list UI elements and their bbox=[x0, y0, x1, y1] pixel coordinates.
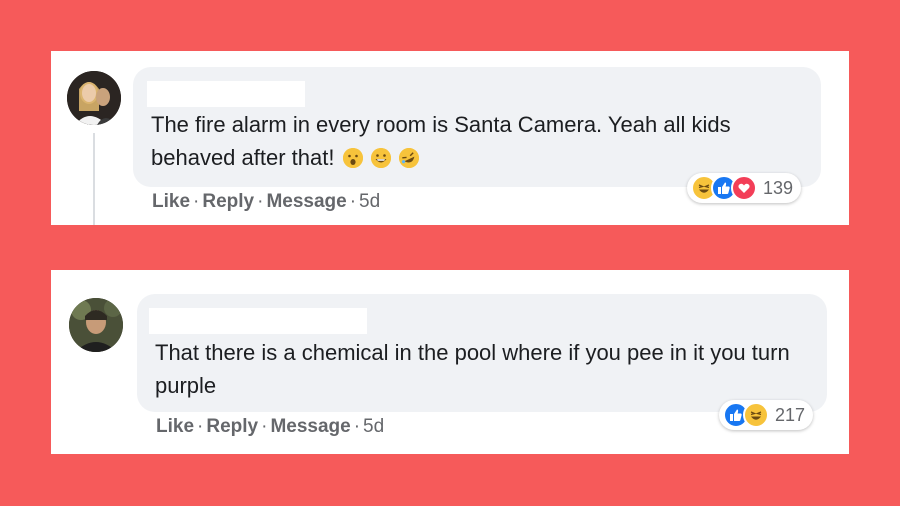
comment-timestamp[interactable]: 5d bbox=[359, 191, 380, 212]
comment-actions: Like · Reply · Message · 5d bbox=[152, 191, 381, 212]
like-link[interactable]: Like bbox=[156, 416, 194, 437]
reactions-summary[interactable]: 217 bbox=[719, 400, 814, 430]
reply-link[interactable]: Reply bbox=[206, 416, 258, 437]
comment-timestamp[interactable]: 5d bbox=[363, 416, 384, 437]
comment-card: That there is a chemical in the pool whe… bbox=[51, 270, 849, 454]
reactions-summary[interactable]: 139 bbox=[687, 173, 802, 203]
message-link[interactable]: Message bbox=[270, 416, 350, 437]
like-link[interactable]: Like bbox=[152, 191, 190, 212]
astonished-emoji-icon bbox=[342, 148, 363, 168]
comment-body: That there is a chemical in the pool whe… bbox=[155, 340, 790, 398]
comment-text: That there is a chemical in the pool whe… bbox=[155, 336, 805, 402]
message-link[interactable]: Message bbox=[266, 191, 346, 212]
love-icon bbox=[731, 175, 757, 201]
grinning-emoji-icon bbox=[370, 148, 391, 168]
rofl-emoji-icon bbox=[395, 144, 423, 172]
redacted-author-name bbox=[147, 81, 305, 107]
avatar[interactable] bbox=[69, 298, 123, 352]
comment-card: The fire alarm in every room is Santa Ca… bbox=[51, 51, 849, 225]
comment-actions: Like · Reply · Message · 5d bbox=[156, 416, 385, 437]
comment-bubble: That there is a chemical in the pool whe… bbox=[137, 294, 827, 412]
thread-line bbox=[93, 133, 95, 225]
comment-bubble: The fire alarm in every room is Santa Ca… bbox=[133, 67, 821, 187]
redacted-author-name bbox=[149, 308, 367, 334]
comment-text: The fire alarm in every room is Santa Ca… bbox=[151, 108, 791, 174]
reply-link[interactable]: Reply bbox=[202, 191, 254, 212]
reaction-count: 139 bbox=[763, 177, 794, 198]
avatar[interactable] bbox=[67, 71, 121, 125]
comment-body: The fire alarm in every room is Santa Ca… bbox=[151, 112, 731, 170]
reaction-count: 217 bbox=[775, 404, 806, 425]
haha-icon bbox=[743, 402, 769, 428]
